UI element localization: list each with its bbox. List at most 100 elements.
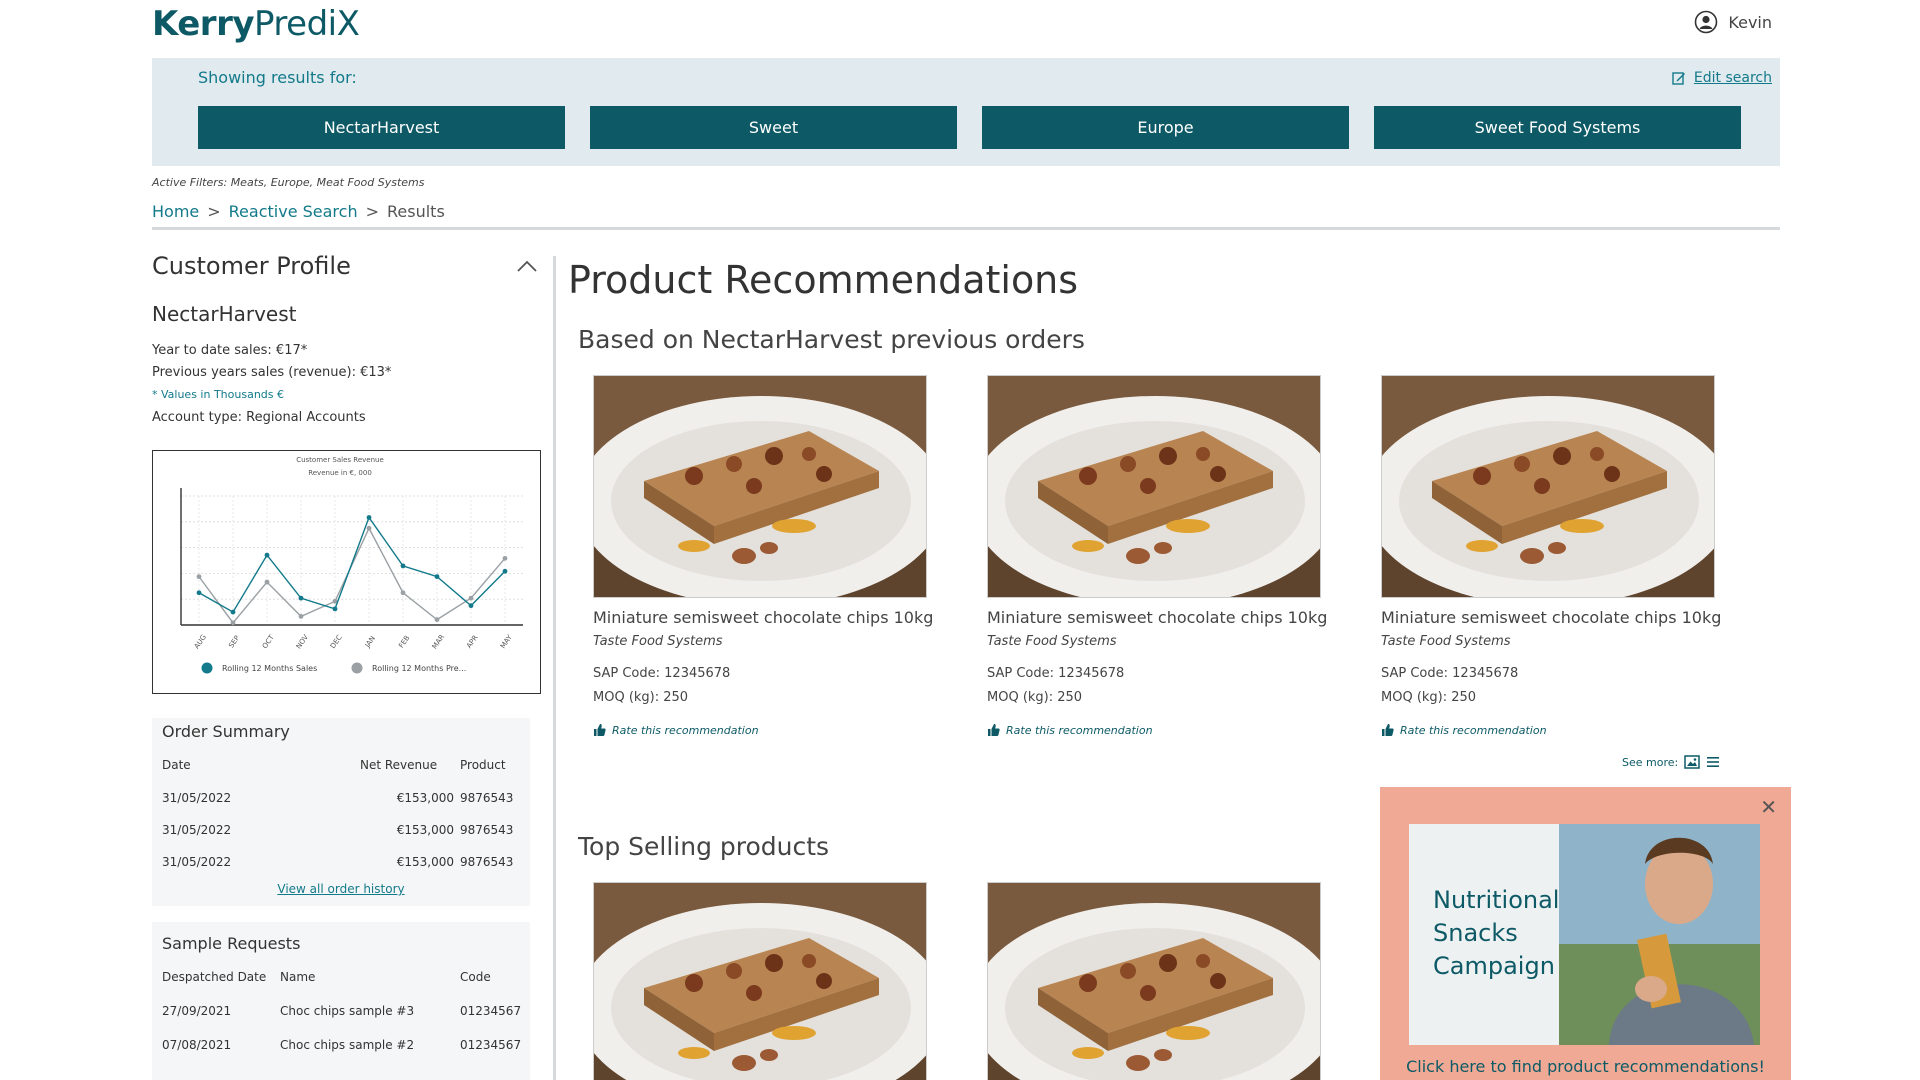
campaign-title-line: Campaign (1433, 952, 1555, 980)
chart-data-point (434, 617, 440, 623)
top-selling-title: Top Selling products (578, 832, 830, 861)
order-summary-panel: Order Summary Date Net Revenue Product 3… (152, 718, 530, 906)
chip-customer[interactable]: NectarHarvest (198, 106, 565, 149)
thumbs-up-icon (594, 724, 606, 736)
user-name: Kevin (1728, 12, 1772, 32)
see-more-label: See more: (1622, 755, 1679, 769)
sample-requests-panel: Sample Requests Despatched Date Name Cod… (152, 922, 530, 1080)
header-divider (152, 227, 1780, 230)
product-name[interactable]: Miniature semisweet chocolate chips 10kg (593, 608, 933, 627)
campaign-title: Nutritional Snacks Campaign (1433, 884, 1559, 983)
sample-code: 01234567 (460, 1038, 522, 1052)
product-sap-code: SAP Code: 12345678 (987, 666, 1125, 681)
campaign-popup[interactable]: ✕ Nutritional Snacks Campaign Click here… (1380, 787, 1791, 1080)
chart-data-point (264, 552, 270, 558)
edit-icon (1672, 72, 1685, 85)
order-date: 31/05/2022 (162, 791, 232, 805)
chart-data-point (502, 555, 508, 561)
column-divider (553, 256, 556, 1080)
chip-region[interactable]: Europe (982, 106, 1349, 149)
chart-subtitle: Revenue in €, 000 (308, 469, 372, 477)
rate-recommendation-link[interactable]: Rate this recommendation (593, 723, 759, 737)
product-image[interactable] (593, 882, 927, 1080)
granola-bar-image (594, 376, 926, 597)
based-on-title: Based on NectarHarvest previous orders (578, 325, 1085, 354)
customer-profile-title: Customer Profile (152, 252, 351, 280)
order-date: 31/05/2022 (162, 855, 232, 869)
granola-bar-image (988, 376, 1320, 597)
product-image[interactable] (1381, 375, 1715, 598)
granola-bar-image (988, 883, 1320, 1080)
sample-name: Choc chips sample #3 (280, 1004, 415, 1018)
chart-tick-label: FEB (397, 634, 411, 650)
breadcrumb-reactive-search[interactable]: Reactive Search (229, 202, 358, 221)
campaign-title-line: Nutritional (1433, 886, 1560, 914)
chart-tick-label: DEC (329, 633, 344, 650)
sample-date: 27/09/2021 (162, 1004, 232, 1018)
order-header-product: Product (460, 758, 506, 772)
chart-data-point (298, 595, 304, 601)
product-sap-code: SAP Code: 12345678 (593, 666, 731, 681)
see-more-controls: See more: (1622, 755, 1720, 769)
page-title: Product Recommendations (568, 258, 1079, 302)
product-image[interactable] (593, 375, 927, 598)
values-note: * Values in Thousands € (152, 388, 284, 401)
chart-data-point (400, 590, 406, 596)
chart-tick-label: MAY (499, 633, 514, 650)
rate-recommendation-link[interactable]: Rate this recommendation (1381, 723, 1547, 737)
chip-segment[interactable]: Sweet Food Systems (1374, 106, 1741, 149)
chip-category[interactable]: Sweet (590, 106, 957, 149)
edit-search-link[interactable]: Edit search (1672, 70, 1772, 86)
view-all-orders-link[interactable]: View all order history (152, 882, 530, 896)
order-product: 9876543 (460, 823, 514, 837)
chart-data-point (468, 595, 474, 601)
sample-date: 07/08/2021 (162, 1038, 232, 1052)
order-revenue: €153,000 (396, 791, 454, 805)
list-view-icon[interactable] (1706, 756, 1720, 768)
chart-data-point (502, 568, 508, 574)
breadcrumb-current: Results (387, 202, 445, 221)
chart-title: Customer Sales Revenue (296, 456, 384, 464)
chart-data-point (434, 574, 440, 580)
chart-tick-label: JAN (363, 635, 377, 650)
order-revenue: €153,000 (396, 823, 454, 837)
rate-label: Rate this recommendation (612, 723, 759, 737)
sample-requests-title: Sample Requests (162, 934, 301, 953)
user-menu[interactable]: Kevin (1694, 10, 1772, 34)
thumbs-up-icon (1382, 724, 1394, 736)
chevron-up-icon[interactable] (516, 258, 538, 274)
product-name[interactable]: Miniature semisweet chocolate chips 10kg (1381, 608, 1721, 627)
breadcrumb: Home > Reactive Search > Results (152, 202, 445, 221)
breadcrumb-home[interactable]: Home (152, 202, 199, 221)
order-header-revenue: Net Revenue (360, 758, 438, 772)
chart-series-line (198, 516, 506, 614)
campaign-link[interactable]: Click here to find product recommendatio… (1380, 1057, 1791, 1076)
chart-data-point (366, 525, 372, 531)
order-summary-title: Order Summary (162, 722, 290, 741)
chart-tick-label: OCT (261, 633, 276, 650)
product-name[interactable]: Miniature semisweet chocolate chips 10kg (987, 608, 1327, 627)
order-header-date: Date (162, 758, 191, 772)
grid-view-icon[interactable] (1684, 755, 1700, 769)
chart-data-point (400, 563, 406, 569)
sample-code: 01234567 (460, 1004, 522, 1018)
rate-recommendation-link[interactable]: Rate this recommendation (987, 723, 1153, 737)
breadcrumb-separator: > (365, 202, 379, 221)
product-image[interactable] (987, 882, 1321, 1080)
order-revenue: €153,000 (396, 855, 454, 869)
product-image[interactable] (987, 375, 1321, 598)
user-icon (1695, 10, 1718, 34)
chart-data-point (332, 606, 338, 612)
campaign-banner[interactable]: Nutritional Snacks Campaign (1409, 824, 1760, 1045)
chart-legend-marker (351, 662, 363, 674)
sales-revenue-chart: Customer Sales Revenue Revenue in €, 000… (152, 450, 541, 694)
order-product: 9876543 (460, 855, 514, 869)
chart-legend-label: Rolling 12 Months Sales (222, 664, 317, 673)
close-icon[interactable]: ✕ (1760, 795, 1777, 819)
chart-tick-label: SEP (227, 634, 241, 649)
sample-header-date: Despatched Date (162, 970, 267, 984)
brand-logo[interactable]: KerryPrediX (152, 4, 360, 44)
chart-data-point (230, 609, 236, 615)
account-type: Account type: Regional Accounts (152, 410, 366, 425)
order-product: 9876543 (460, 791, 514, 805)
